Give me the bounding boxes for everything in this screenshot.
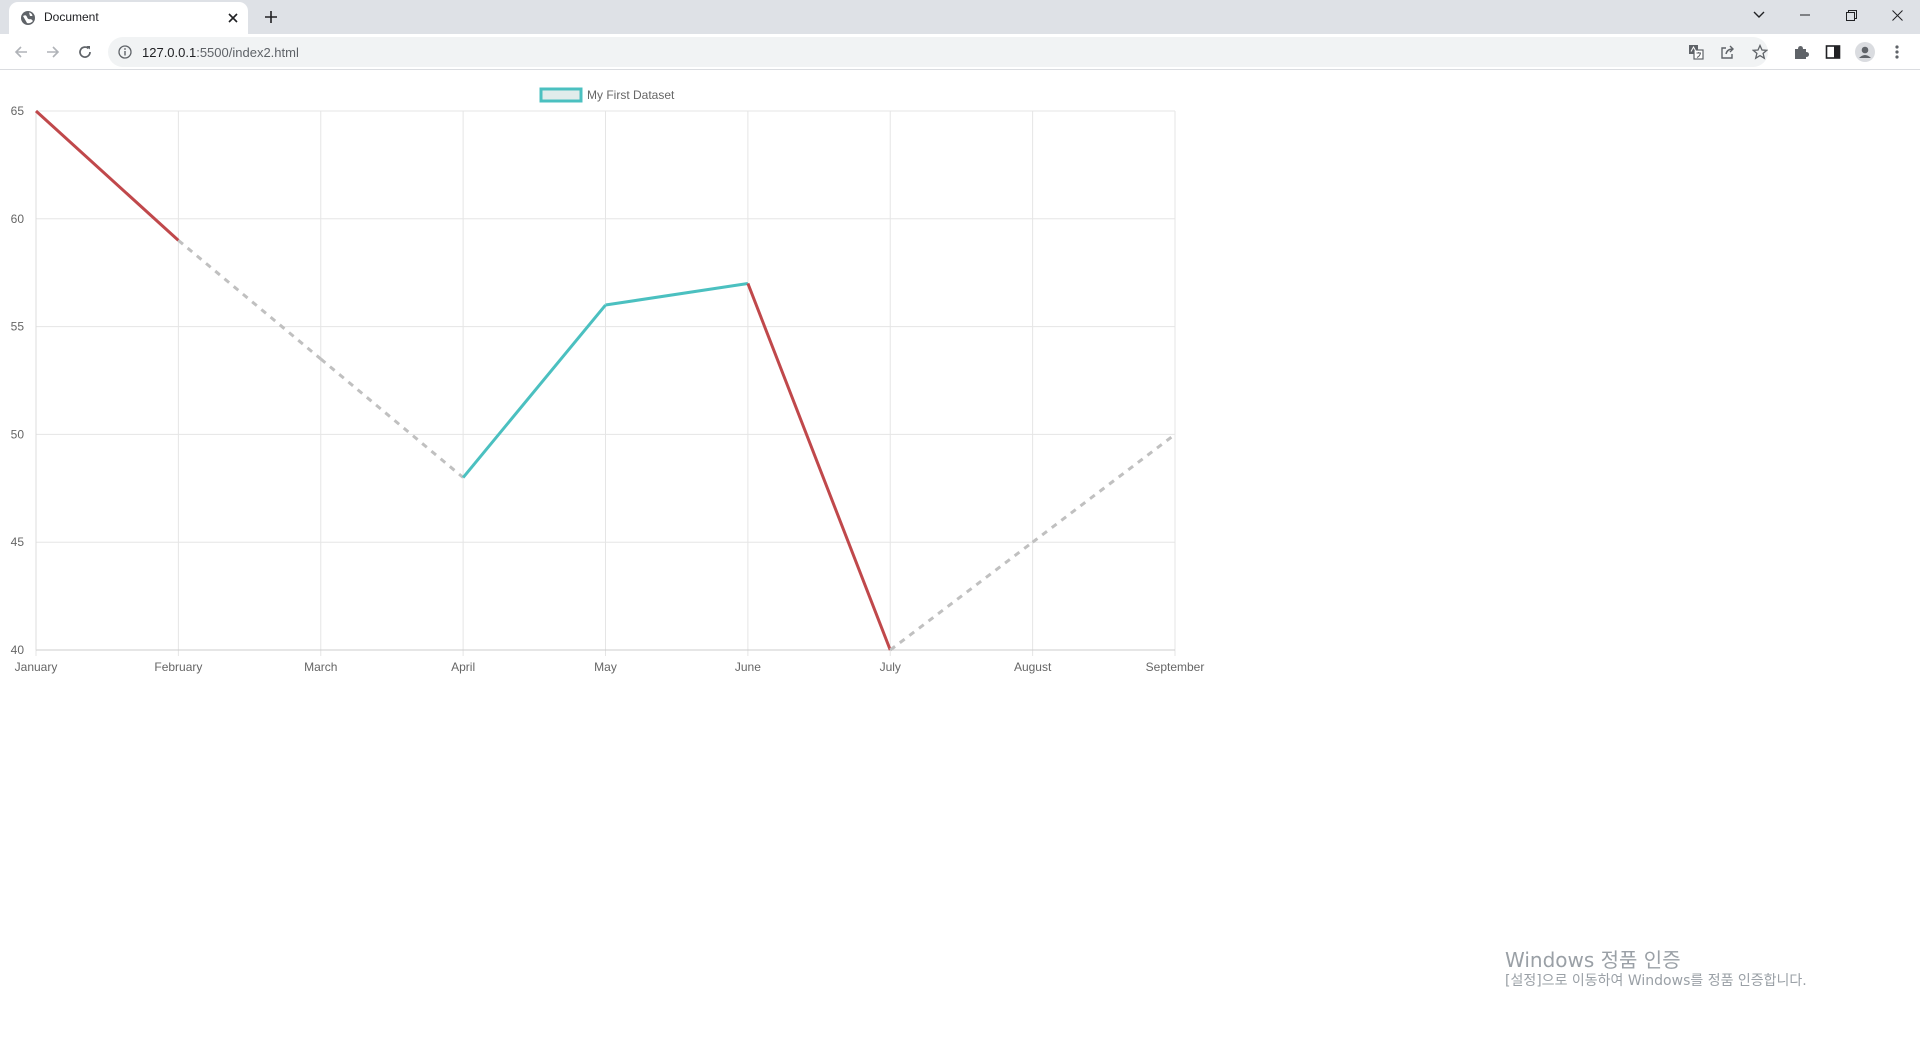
line-segment-gap xyxy=(1031,433,1176,544)
menu-button[interactable] xyxy=(1886,41,1908,63)
close-icon xyxy=(228,13,238,23)
y-tick-label: 45 xyxy=(11,535,25,549)
line-chart: 40 45 50 55 60 65 January February March April May… xyxy=(11,87,1205,674)
reload-icon xyxy=(79,46,91,58)
minimize-button[interactable] xyxy=(1782,0,1828,30)
data-point[interactable] xyxy=(175,237,181,243)
side-panel-icon xyxy=(1825,45,1841,59)
line-segment-gap xyxy=(177,239,322,361)
avatar-icon xyxy=(1855,42,1875,62)
line-segment-falling xyxy=(746,282,892,651)
chart-grid xyxy=(35,110,1176,656)
data-point[interactable] xyxy=(460,475,466,481)
arrow-right-icon xyxy=(47,46,60,58)
chart-ticks: 40 45 50 55 60 65 January February March April May… xyxy=(11,104,1205,674)
url-text[interactable]: 127.0.0.1:5500/index2.html xyxy=(142,45,299,60)
x-tick-label: June xyxy=(735,660,761,674)
line-segment-rising xyxy=(605,281,749,307)
extensions-button[interactable] xyxy=(1790,41,1812,63)
share-button[interactable] xyxy=(1718,42,1738,62)
data-point[interactable] xyxy=(33,108,39,114)
browser-tab[interactable]: Document xyxy=(9,2,248,34)
translate-button[interactable] xyxy=(1686,42,1706,62)
data-point[interactable] xyxy=(1172,431,1178,437)
x-tick-label: May xyxy=(594,660,617,674)
legend-color-box[interactable] xyxy=(539,87,583,103)
y-tick-label: 55 xyxy=(11,320,25,334)
profile-button[interactable] xyxy=(1854,41,1876,63)
x-tick-label: February xyxy=(154,660,202,674)
x-tick-label: January xyxy=(15,660,58,674)
side-panel-button[interactable] xyxy=(1822,41,1844,63)
line-segment-gap xyxy=(319,357,465,479)
y-tick-label: 65 xyxy=(11,104,25,118)
activation-watermark-subtitle: [설정]으로 이동하여 Windows를 정품 인증합니다. xyxy=(1505,973,1807,989)
activation-watermark-title: Windows 정품 인증 xyxy=(1505,948,1681,972)
y-tick-label: 60 xyxy=(11,212,25,226)
x-tick-label: August xyxy=(1014,660,1052,674)
forward-button[interactable] xyxy=(40,39,66,65)
chart-legend[interactable]: My First Dataset xyxy=(539,87,675,103)
browser-titlebar: Document xyxy=(0,0,1920,34)
restore-icon xyxy=(1845,9,1857,21)
back-button[interactable] xyxy=(8,39,34,65)
close-icon xyxy=(1891,9,1903,21)
reload-button[interactable] xyxy=(72,39,98,65)
data-point[interactable] xyxy=(887,647,893,653)
minimize-icon xyxy=(1800,14,1810,16)
data-point[interactable] xyxy=(603,302,609,308)
data-point[interactable] xyxy=(745,280,751,286)
tab-title: Document xyxy=(44,10,99,24)
x-tick-label: March xyxy=(304,660,337,674)
address-bar[interactable]: 127.0.0.1:5500/index2.html xyxy=(108,37,1768,67)
star-icon xyxy=(1752,44,1768,60)
new-tab-button[interactable] xyxy=(259,5,283,29)
bookmark-button[interactable] xyxy=(1750,42,1770,62)
y-tick-label: 50 xyxy=(11,427,25,441)
url-path: :5500/index2.html xyxy=(196,45,299,60)
kebab-menu-icon xyxy=(1895,45,1899,59)
info-icon[interactable] xyxy=(118,45,132,59)
arrow-left-icon xyxy=(14,46,27,58)
x-tick-label: April xyxy=(451,660,475,674)
chevron-down-icon xyxy=(1753,11,1765,18)
x-tick-label: September xyxy=(1146,660,1205,674)
x-tick-label: July xyxy=(880,660,901,674)
tab-search-button[interactable] xyxy=(1736,0,1782,30)
browser-toolbar: 127.0.0.1:5500/index2.html xyxy=(0,34,1920,70)
share-icon xyxy=(1721,45,1734,59)
legend-label[interactable]: My First Dataset xyxy=(587,88,675,102)
line-segment-rising xyxy=(461,304,607,479)
line-segment-gap xyxy=(889,541,1034,652)
line-segment-falling xyxy=(34,109,180,242)
restore-button[interactable] xyxy=(1828,0,1874,30)
close-window-button[interactable] xyxy=(1874,0,1920,30)
translate-icon xyxy=(1689,45,1704,60)
y-tick-label: 40 xyxy=(11,643,25,657)
puzzle-icon xyxy=(1795,46,1809,59)
tab-close-button[interactable] xyxy=(224,9,242,27)
url-host: 127.0.0.1 xyxy=(142,45,197,60)
globe-icon xyxy=(21,11,35,25)
plus-icon xyxy=(265,11,277,23)
